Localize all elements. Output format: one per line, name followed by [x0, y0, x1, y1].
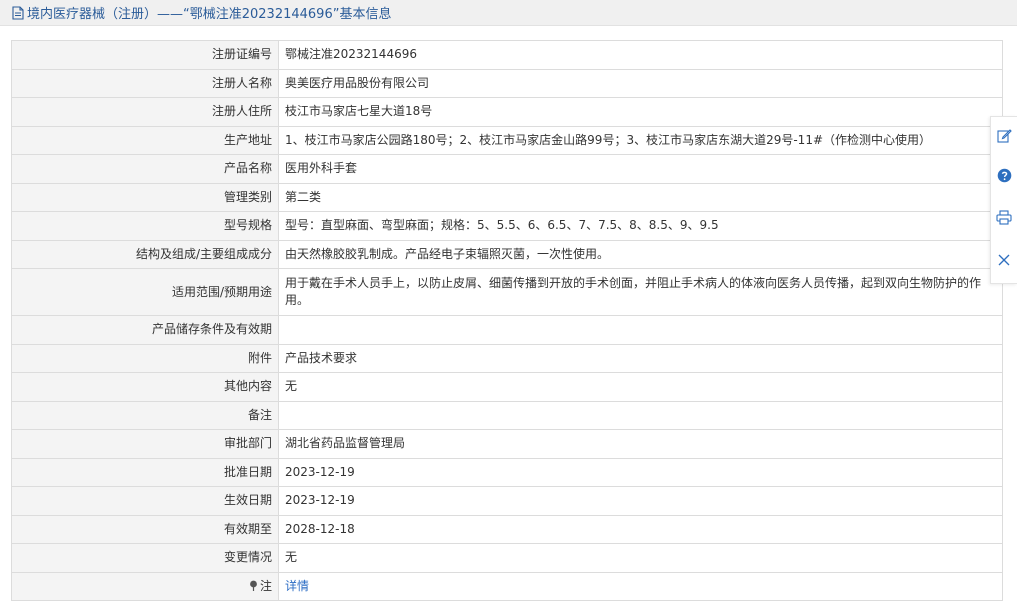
floating-toolbar	[990, 116, 1017, 284]
table-row: 产品名称 医用外科手套	[11, 154, 1003, 184]
edit-button[interactable]	[991, 117, 1017, 157]
table-row: 产品储存条件及有效期	[11, 315, 1003, 345]
table-row: 附件 产品技术要求	[11, 343, 1003, 373]
print-button[interactable]	[991, 199, 1017, 239]
table-row: 批准日期 2023-12-19	[11, 457, 1003, 487]
table-row: 有效期至 2028-12-18	[11, 514, 1003, 544]
row-label: 产品名称	[11, 154, 279, 184]
table-row: 注 详情	[11, 571, 1003, 601]
row-label: 结构及组成/主要组成成分	[11, 239, 279, 269]
row-label: 批准日期	[11, 457, 279, 487]
table-row: 审批部门 湖北省药品监督管理局	[11, 429, 1003, 459]
row-label: 有效期至	[11, 514, 279, 544]
table-row: 型号规格 型号：直型麻面、弯型麻面；规格：5、5.5、6、6.5、7、7.5、8…	[11, 211, 1003, 241]
row-value: 2028-12-18	[278, 514, 1003, 544]
row-label: 适用范围/预期用途	[11, 268, 279, 316]
row-label: 注册证编号	[11, 40, 279, 70]
pin-icon	[249, 579, 258, 591]
row-value: 1、枝江市马家店公园路180号；2、枝江市马家店金山路99号；3、枝江市马家店东…	[278, 125, 1003, 155]
row-value: 2023-12-19	[278, 486, 1003, 516]
row-label: 产品储存条件及有效期	[11, 315, 279, 345]
row-label: 变更情况	[11, 543, 279, 573]
registration-info-table: 注册证编号 鄂械注准20232144696 注册人名称 奥美医疗用品股份有限公司…	[11, 40, 1003, 601]
table-row: 注册人名称 奥美医疗用品股份有限公司	[11, 68, 1003, 98]
table-row: 管理类别 第二类	[11, 182, 1003, 212]
table-row: 注册证编号 鄂械注准20232144696	[11, 40, 1003, 70]
row-value: 鄂械注准20232144696	[278, 40, 1003, 70]
row-value: 湖北省药品监督管理局	[278, 429, 1003, 459]
document-icon	[12, 5, 24, 20]
help-button[interactable]	[991, 157, 1017, 197]
table-row: 备注	[11, 400, 1003, 430]
row-label: 备注	[11, 400, 279, 430]
row-value: 由天然橡胶胶乳制成。产品经电子束辐照灭菌，一次性使用。	[278, 239, 1003, 269]
row-value: 产品技术要求	[278, 343, 1003, 373]
row-value: 无	[278, 372, 1003, 402]
print-icon	[996, 210, 1012, 228]
details-link[interactable]: 详情	[285, 579, 309, 593]
row-value: 无	[278, 543, 1003, 573]
table-row: 变更情况 无	[11, 543, 1003, 573]
table-row: 生产地址 1、枝江市马家店公园路180号；2、枝江市马家店金山路99号；3、枝江…	[11, 125, 1003, 155]
row-label: 管理类别	[11, 182, 279, 212]
row-label: 注册人住所	[11, 97, 279, 127]
row-label: 审批部门	[11, 429, 279, 459]
row-value: 第二类	[278, 182, 1003, 212]
row-value: 型号：直型麻面、弯型麻面；规格：5、5.5、6、6.5、7、7.5、8、8.5、…	[278, 211, 1003, 241]
table-row: 适用范围/预期用途 用于戴在手术人员手上，以防止皮屑、细菌传播到开放的手术创面，…	[11, 268, 1003, 316]
table-row: 生效日期 2023-12-19	[11, 486, 1003, 516]
row-label: 其他内容	[11, 372, 279, 402]
close-icon	[998, 254, 1010, 269]
table-row: 结构及组成/主要组成成分 由天然橡胶胶乳制成。产品经电子束辐照灭菌，一次性使用。	[11, 239, 1003, 269]
row-value: 枝江市马家店七星大道18号	[278, 97, 1003, 127]
row-value	[278, 400, 1003, 430]
row-label: 型号规格	[11, 211, 279, 241]
row-value: 2023-12-19	[278, 457, 1003, 487]
row-label: 附件	[11, 343, 279, 373]
help-icon	[997, 168, 1012, 186]
row-value: 详情	[278, 571, 1003, 601]
page-title: 境内医疗器械（注册）——“鄂械注准20232144696”基本信息	[27, 7, 392, 22]
table-row: 注册人住所 枝江市马家店七星大道18号	[11, 97, 1003, 127]
row-label: 注	[259, 578, 272, 593]
table-row: 其他内容 无	[11, 372, 1003, 402]
note-label-cell: 注	[11, 571, 279, 601]
row-value: 奥美医疗用品股份有限公司	[278, 68, 1003, 98]
row-value	[278, 315, 1003, 345]
row-label: 注册人名称	[11, 68, 279, 98]
row-label: 生产地址	[11, 125, 279, 155]
close-button[interactable]	[991, 241, 1017, 281]
row-label: 生效日期	[11, 486, 279, 516]
row-value: 用于戴在手术人员手上，以防止皮屑、细菌传播到开放的手术创面，并阻止手术病人的体液…	[278, 268, 1003, 316]
row-value: 医用外科手套	[278, 154, 1003, 184]
edit-icon	[996, 128, 1012, 146]
page-header: 境内医疗器械（注册）——“鄂械注准20232144696”基本信息	[0, 0, 1017, 26]
